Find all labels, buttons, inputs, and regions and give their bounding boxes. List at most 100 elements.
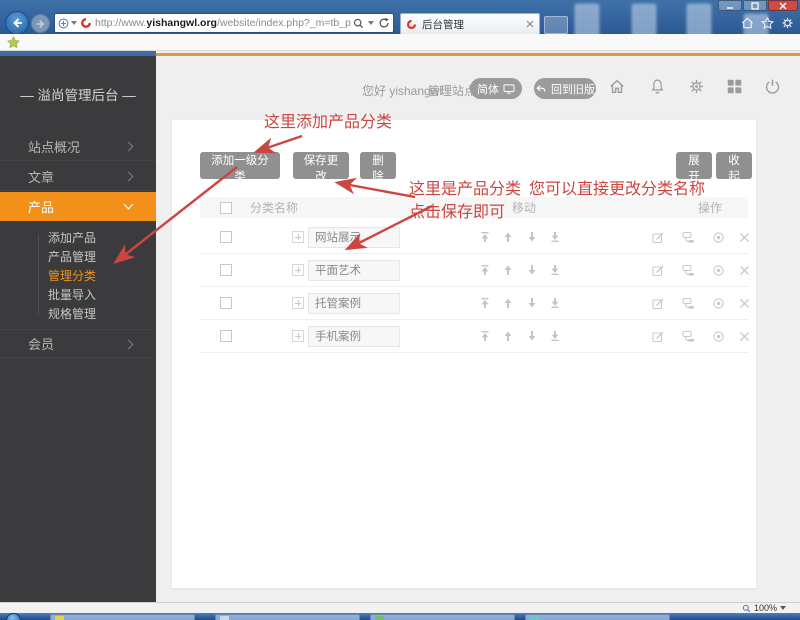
category-name-input[interactable] — [308, 292, 400, 314]
window-maximize-button[interactable] — [743, 0, 767, 11]
browser-favorites-star-icon[interactable] — [761, 17, 774, 29]
admin-sidebar: — 溢尚管理后台 — 站点概况 文章 产品 添加产品 产品管理 管理分类 批量导… — [0, 56, 156, 602]
delete-x-icon[interactable] — [738, 330, 751, 343]
move-up-icon[interactable] — [502, 297, 514, 309]
language-button[interactable]: 简体 — [470, 78, 522, 99]
browser-back-button[interactable] — [5, 11, 29, 35]
add-subcategory-icon[interactable] — [682, 231, 695, 244]
collapse-button[interactable]: 收起 — [716, 152, 752, 183]
delete-x-icon[interactable] — [738, 231, 751, 244]
row-checkbox[interactable] — [220, 231, 232, 243]
delete-x-icon[interactable] — [738, 297, 751, 310]
desktop-icon[interactable] — [575, 4, 599, 36]
column-move: 移动 — [512, 201, 537, 215]
move-up-icon[interactable] — [502, 231, 514, 243]
add-subcategory-icon[interactable] — [682, 330, 695, 343]
chevron-down-icon[interactable] — [71, 21, 77, 25]
sidebar-item-site-overview[interactable]: 站点概况 — [0, 132, 156, 161]
row-checkbox[interactable] — [220, 264, 232, 276]
move-bottom-icon[interactable] — [549, 330, 561, 342]
submenu-item-manage-category[interactable]: 管理分类 — [48, 266, 96, 285]
expand-plus-icon[interactable] — [292, 330, 304, 342]
move-down-icon[interactable] — [526, 297, 538, 309]
move-top-icon[interactable] — [479, 297, 491, 309]
edit-icon[interactable] — [652, 264, 665, 277]
back-to-old-version-button[interactable]: 回到旧版 — [534, 78, 596, 99]
move-up-icon[interactable] — [502, 330, 514, 342]
category-name-input[interactable] — [308, 325, 400, 347]
category-name-input[interactable] — [308, 259, 400, 281]
submenu-item-spec-manage[interactable]: 规格管理 — [48, 304, 96, 323]
annotation-edit-line1: 这里是产品分类 您可以直接更改分类名称 — [409, 181, 706, 198]
row-checkbox[interactable] — [220, 330, 232, 342]
expand-plus-icon[interactable] — [292, 231, 304, 243]
taskbar-button[interactable] — [215, 613, 360, 620]
power-icon[interactable] — [764, 78, 781, 95]
window-close-button[interactable] — [768, 0, 798, 11]
view-icon[interactable] — [712, 330, 725, 343]
move-top-icon[interactable] — [479, 231, 491, 243]
move-down-icon[interactable] — [526, 330, 538, 342]
compatibility-icon[interactable] — [58, 18, 69, 29]
delete-x-icon[interactable] — [738, 264, 751, 277]
add-level1-category-button[interactable]: 添加一级分类 — [200, 152, 280, 183]
chevron-down-icon — [780, 606, 786, 610]
add-subcategory-icon[interactable] — [682, 297, 695, 310]
tab-close-icon[interactable] — [526, 20, 534, 28]
row-checkbox[interactable] — [220, 297, 232, 309]
home-icon[interactable] — [608, 78, 626, 95]
save-changes-button[interactable]: 保存更改 — [293, 152, 349, 183]
site-favicon — [81, 18, 91, 28]
submenu-item-add-product[interactable]: 添加产品 — [48, 228, 96, 247]
submenu-tree-line — [38, 234, 39, 314]
address-bar[interactable]: http://www.yishangwl.org/website/index.p… — [54, 13, 394, 33]
move-top-icon[interactable] — [479, 264, 491, 276]
desktop-icon[interactable] — [687, 4, 711, 36]
move-up-icon[interactable] — [502, 264, 514, 276]
desktop-icon[interactable] — [632, 4, 656, 36]
bell-icon[interactable] — [649, 78, 666, 95]
submenu-item-batch-import[interactable]: 批量导入 — [48, 285, 96, 304]
edit-icon[interactable] — [652, 330, 665, 343]
sidebar-item-products[interactable]: 产品 — [0, 192, 156, 221]
move-bottom-icon[interactable] — [549, 231, 561, 243]
sidebar-item-articles[interactable]: 文章 — [0, 162, 156, 191]
submenu-item-manage-product[interactable]: 产品管理 — [48, 247, 96, 266]
view-icon[interactable] — [712, 264, 725, 277]
move-top-icon[interactable] — [479, 330, 491, 342]
refresh-icon[interactable] — [378, 17, 390, 29]
back-arrow-icon — [13, 18, 22, 28]
zoom-control[interactable]: 100% — [742, 603, 786, 613]
add-subcategory-icon[interactable] — [682, 264, 695, 277]
browser-home-icon[interactable] — [741, 17, 754, 29]
chevron-down-icon[interactable] — [368, 21, 374, 25]
search-icon[interactable] — [353, 18, 364, 29]
taskbar-button[interactable] — [50, 613, 195, 620]
window-minimize-button[interactable] — [718, 0, 742, 11]
move-down-icon[interactable] — [526, 231, 538, 243]
expand-plus-icon[interactable] — [292, 297, 304, 309]
sidebar-item-members[interactable]: 会员 — [0, 329, 156, 358]
move-bottom-icon[interactable] — [549, 264, 561, 276]
expand-plus-icon[interactable] — [292, 264, 304, 276]
new-tab-button[interactable] — [544, 16, 568, 34]
edit-icon[interactable] — [652, 231, 665, 244]
browser-settings-gear-icon[interactable] — [781, 17, 794, 29]
delete-button[interactable]: 删除 — [360, 152, 396, 183]
view-icon[interactable] — [712, 297, 725, 310]
zoom-magnifier-icon — [742, 604, 751, 612]
move-down-icon[interactable] — [526, 264, 538, 276]
edit-icon[interactable] — [652, 297, 665, 310]
apps-grid-icon[interactable] — [726, 78, 743, 95]
taskbar-button[interactable] — [525, 613, 670, 620]
category-name-input[interactable] — [308, 226, 400, 248]
back-curve-arrow-icon — [536, 84, 546, 92]
select-all-checkbox[interactable] — [220, 201, 232, 214]
move-bottom-icon[interactable] — [549, 297, 561, 309]
view-icon[interactable] — [712, 231, 725, 244]
add-favorite-star-icon[interactable] — [7, 36, 20, 49]
gear-icon[interactable] — [688, 78, 705, 95]
taskbar-button[interactable] — [370, 613, 515, 620]
browser-forward-button[interactable] — [31, 14, 50, 33]
browser-tab[interactable]: 后台管理 — [400, 13, 540, 34]
